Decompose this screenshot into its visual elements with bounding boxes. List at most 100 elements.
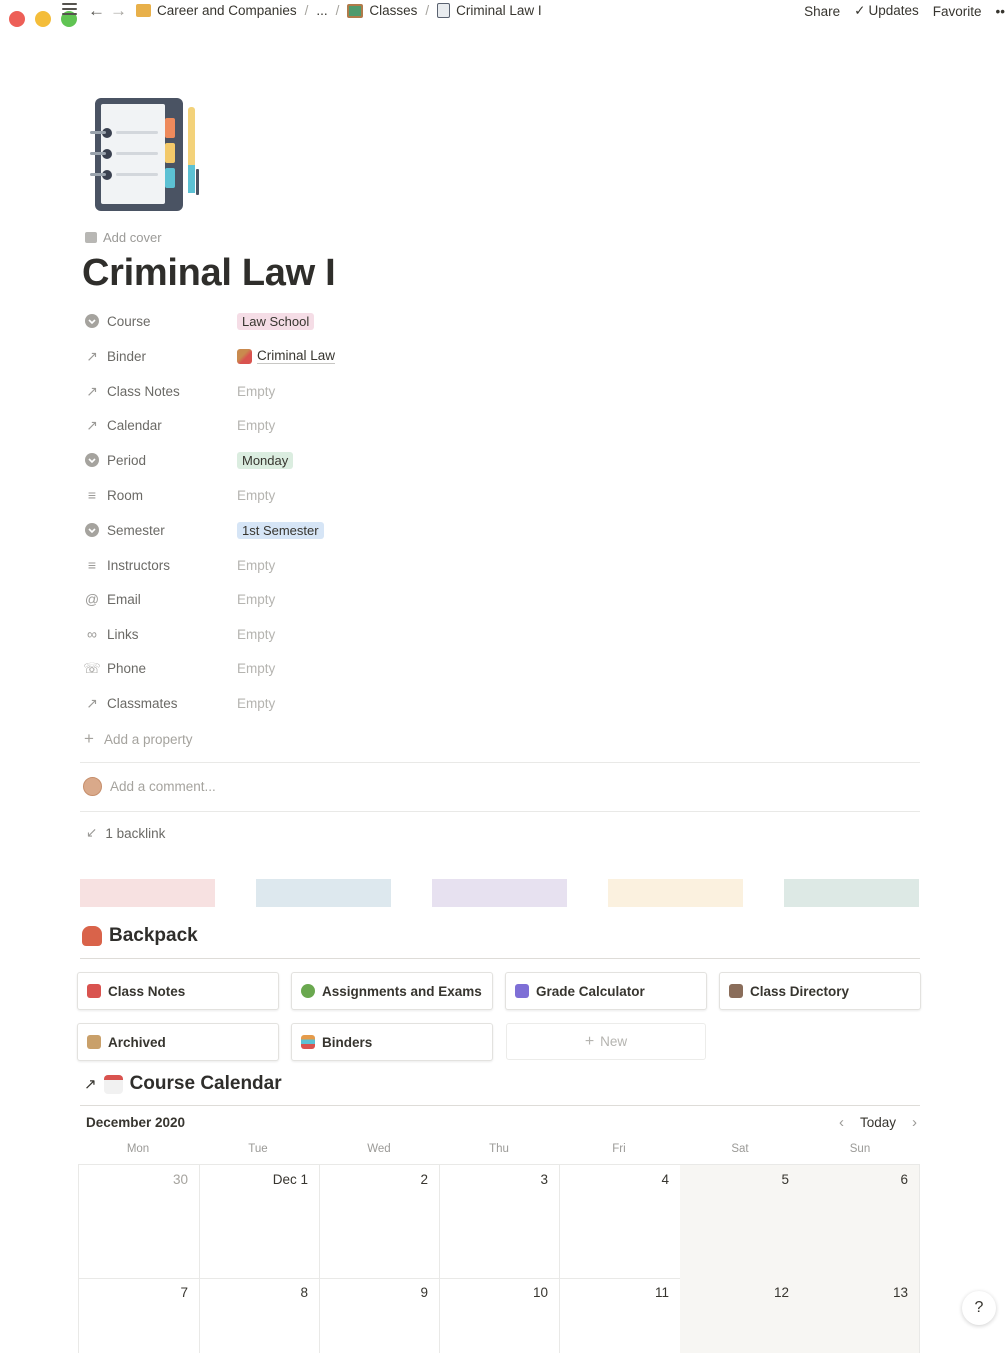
select-icon (84, 313, 100, 329)
close-window-button[interactable] (9, 11, 25, 27)
share-button[interactable]: Share (804, 4, 840, 19)
backpack-heading: Backpack (82, 925, 198, 947)
breadcrumb-item-ellipsis[interactable]: ... (316, 3, 327, 18)
property-value[interactable]: Empty (237, 384, 275, 399)
card-assignments-and-exams[interactable]: Assignments and Exams (291, 972, 493, 1010)
more-options-icon[interactable]: •• (996, 4, 1005, 19)
property-period[interactable]: Period Monday (84, 443, 684, 477)
card-class-directory[interactable]: Class Directory (719, 972, 921, 1010)
calendar-navigation: ‹ Today › (839, 1114, 917, 1131)
card-class-notes[interactable]: Class Notes (77, 972, 279, 1010)
calendar-day-cell[interactable]: 30 (79, 1165, 200, 1279)
property-binder[interactable]: ↗ Binder Criminal Law (84, 339, 684, 373)
property-links[interactable]: ∞ Links Empty (84, 617, 684, 651)
color-block-purple (432, 879, 567, 907)
calendar-grid: 30 Dec 1 2 3 4 5 6 7 8 9 10 11 12 13 (78, 1164, 920, 1353)
calendar-day-cell[interactable]: 8 (199, 1278, 320, 1353)
property-label: Semester (107, 522, 165, 538)
property-value[interactable]: Empty (237, 696, 275, 711)
calendar-day-cell[interactable]: 2 (320, 1165, 440, 1279)
weekday-header: Fri (612, 1143, 626, 1155)
relation-arrow-icon: ↗ (86, 347, 98, 364)
breadcrumb-item-current[interactable]: Criminal Law I (437, 3, 542, 18)
relation-arrow-icon: ↗ (86, 694, 98, 711)
calendar-day-cell[interactable]: 12 (680, 1278, 801, 1353)
property-label: Email (107, 591, 141, 607)
top-bar: ← → Career and Companies / ... / Classes… (0, 0, 1005, 27)
breadcrumb-item-classes[interactable]: Classes (347, 3, 417, 18)
calendar-day-cell[interactable]: 13 (800, 1278, 920, 1353)
property-value[interactable]: Criminal Law (237, 348, 336, 364)
forward-arrow-icon[interactable]: → (110, 2, 127, 20)
calendar-day-cell[interactable]: 10 (440, 1278, 560, 1353)
updates-button[interactable]: ✓ Updates (854, 3, 919, 19)
calendar-icon (103, 1074, 123, 1094)
backlink-arrow-icon: ↙ (86, 825, 98, 840)
card-grade-calculator[interactable]: Grade Calculator (505, 972, 707, 1010)
property-semester[interactable]: Semester 1st Semester (84, 513, 684, 547)
calendar-day-cell[interactable]: 7 (79, 1278, 200, 1353)
property-course[interactable]: Course Law School (84, 304, 684, 338)
property-class-notes[interactable]: ↗ Class Notes Empty (84, 374, 684, 408)
people-icon (729, 984, 743, 998)
property-value[interactable]: Empty (237, 418, 275, 433)
sidebar-toggle-icon[interactable] (62, 3, 77, 15)
calendar-day-cell[interactable]: 6 (800, 1165, 920, 1279)
property-value[interactable]: Law School (237, 312, 315, 330)
card-binders[interactable]: Binders (291, 1023, 493, 1061)
divider (80, 811, 920, 812)
property-value[interactable]: Empty (237, 627, 275, 642)
favorite-button[interactable]: Favorite (933, 4, 982, 19)
weekday-header: Thu (489, 1143, 509, 1155)
property-label: Calendar (107, 417, 162, 433)
help-button[interactable]: ? (962, 1291, 996, 1325)
property-value[interactable]: 1st Semester (237, 521, 324, 539)
today-button[interactable]: Today (860, 1115, 896, 1130)
property-calendar[interactable]: ↗ Calendar Empty (84, 408, 684, 442)
calendar-day-cell[interactable]: 9 (320, 1278, 440, 1353)
course-calendar-heading[interactable]: ↗ Course Calendar (84, 1073, 282, 1095)
add-cover-button[interactable]: Add cover (85, 230, 162, 245)
calendar-day-cell[interactable]: 4 (560, 1165, 681, 1279)
breadcrumb-item-career[interactable]: Career and Companies (136, 3, 297, 18)
page-title[interactable]: Criminal Law I (82, 252, 336, 295)
property-instructors[interactable]: ≡ Instructors Empty (84, 548, 684, 582)
link-icon: ∞ (87, 626, 97, 642)
linked-database-arrow-icon: ↗ (84, 1076, 97, 1093)
comment-input[interactable]: Add a comment... (83, 777, 216, 796)
notebook-page-icon[interactable] (88, 95, 208, 215)
phone-icon: ☏ (83, 659, 101, 676)
weekday-header: Sat (731, 1143, 749, 1155)
course-tag: Law School (237, 312, 315, 330)
calendar-day-cell[interactable]: 5 (680, 1165, 801, 1279)
calendar-day-cell[interactable]: 11 (560, 1278, 681, 1353)
property-classmates[interactable]: ↗ Classmates Empty (84, 686, 684, 720)
calendar-day-cell[interactable]: Dec 1 (199, 1165, 320, 1279)
property-value[interactable]: Empty (237, 488, 275, 503)
property-value[interactable]: Monday (237, 451, 294, 469)
text-icon: ≡ (87, 557, 97, 573)
calendar-day-cell[interactable]: 3 (440, 1165, 560, 1279)
binder-relation-link[interactable]: Criminal Law (257, 348, 336, 364)
property-value[interactable]: Empty (237, 661, 275, 676)
property-label: Binder (107, 348, 147, 364)
chevron-right-icon[interactable]: › (912, 1114, 917, 1131)
backlinks-toggle[interactable]: ↙ 1 backlink (86, 825, 165, 841)
property-value[interactable]: Empty (237, 592, 275, 607)
property-room[interactable]: ≡ Room Empty (84, 478, 684, 512)
chevron-left-icon[interactable]: ‹ (839, 1114, 844, 1131)
breadcrumb-separator: / (425, 3, 430, 18)
property-label: Classmates (107, 695, 178, 711)
color-block-pink (80, 879, 215, 907)
property-phone[interactable]: ☏ Phone Empty (83, 651, 684, 685)
add-property-button[interactable]: + Add a property (84, 729, 193, 749)
new-card-button[interactable]: + New (506, 1023, 706, 1060)
property-value[interactable]: Empty (237, 558, 275, 573)
minimize-window-button[interactable] (35, 11, 51, 27)
property-label: Phone (107, 660, 147, 676)
breadcrumb-separator: / (304, 3, 309, 18)
property-email[interactable]: @ Email Empty (84, 582, 684, 616)
card-archived[interactable]: Archived (77, 1023, 279, 1061)
back-arrow-icon[interactable]: ← (88, 2, 105, 20)
binders-icon (301, 1035, 315, 1049)
